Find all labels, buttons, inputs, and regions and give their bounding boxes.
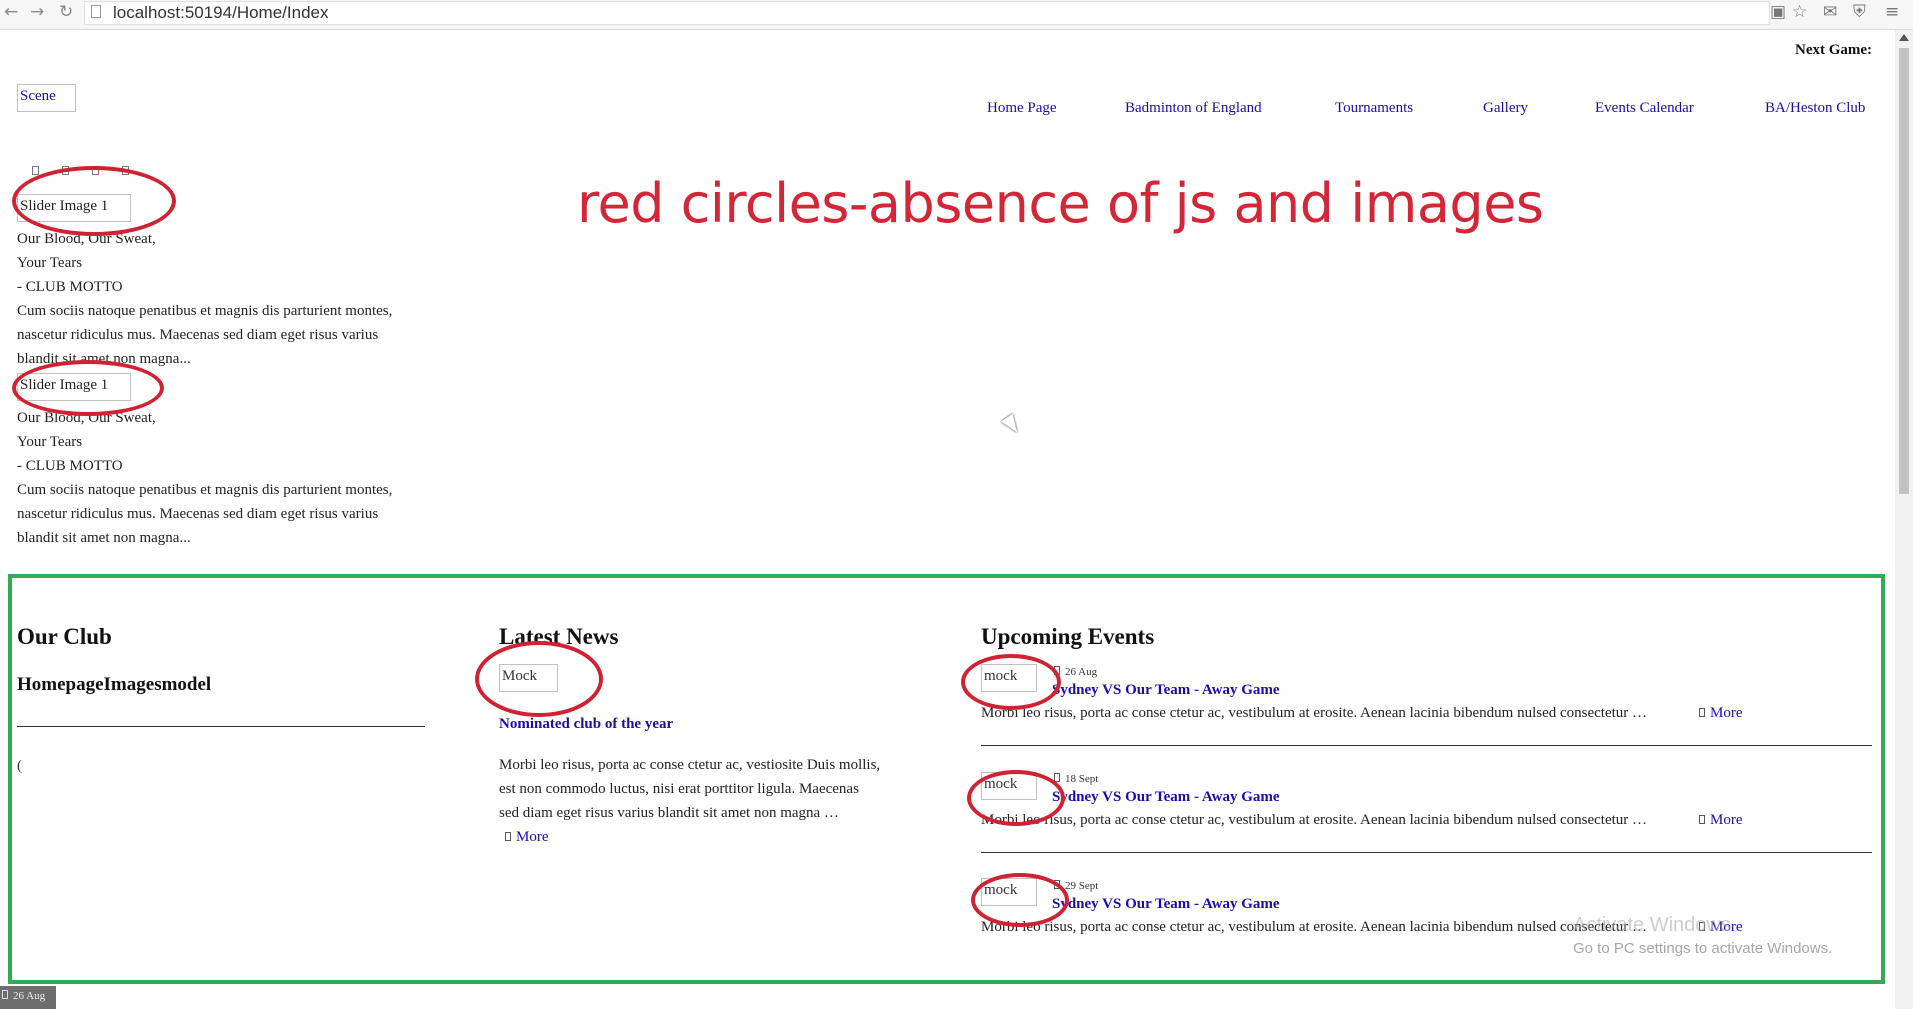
annotation-circle	[12, 166, 176, 236]
scrollbar-thumb[interactable]	[1899, 48, 1909, 494]
slide-motto-line: Your Tears	[17, 255, 83, 271]
nav-ba-heston-club[interactable]: BA/Heston Club	[1765, 100, 1865, 117]
slide-motto-attribution: - CLUB MOTTO	[17, 458, 123, 474]
chevron-icon	[1699, 815, 1705, 824]
event-description: Morbi leo risus, porta ac conse ctetur a…	[981, 919, 1648, 935]
calendar-icon	[2, 990, 8, 999]
slider-dot[interactable]	[32, 166, 39, 175]
slide-body-text: Cum sociis natoque penatibus et magnis d…	[17, 482, 393, 498]
event-description: Morbi leo risus, porta ac conse ctetur a…	[981, 705, 1648, 721]
back-icon[interactable]: ←	[4, 2, 18, 22]
news-body-text: Morbi leo risus, porta ac conse ctetur a…	[499, 757, 881, 773]
news-headline-link[interactable]: Nominated club of the year	[499, 716, 673, 733]
page-icon	[91, 5, 101, 18]
windows-activation-title: Activate Windows	[1573, 914, 1731, 936]
mail-icon[interactable]: ✉	[1823, 2, 1837, 22]
chevron-icon	[1699, 708, 1705, 717]
browser-toolbar: ← → ↻ localhost:50194/Home/Index ▣ ☆ ✉ ⛨…	[0, 0, 1913, 30]
extension-icon[interactable]: ▣	[1770, 2, 1786, 22]
event-more-link[interactable]: More	[1699, 705, 1743, 722]
slide-body-text: blandit sit amet non magna...	[17, 530, 191, 546]
nav-badminton-of-england[interactable]: Badminton of England	[1125, 100, 1262, 117]
event-date: 26 Aug	[1054, 666, 1097, 678]
chevron-icon	[505, 832, 511, 841]
scroll-up-arrow-icon[interactable]	[1899, 34, 1909, 41]
divider	[981, 852, 1872, 853]
annotation-circle	[961, 654, 1061, 710]
slide-body-text: Cum sociis natoque penatibus et magnis d…	[17, 303, 393, 319]
address-bar[interactable]: localhost:50194/Home/Index	[84, 1, 1770, 25]
annotation-text: red circles-absence of js and images	[577, 172, 1544, 235]
slide-motto-line: Your Tears	[17, 434, 83, 450]
slide-body-text: nascetur ridiculus mus. Maecenas sed dia…	[17, 506, 379, 522]
news-more-link[interactable]: More	[505, 829, 549, 846]
event-title-link[interactable]: Sydney VS Our Team - Away Game	[1052, 682, 1280, 699]
slide-motto-attribution: - CLUB MOTTO	[17, 279, 123, 295]
nav-events-calendar[interactable]: Events Calendar	[1595, 100, 1694, 117]
windows-activation-hint: Go to PC settings to activate Windows.	[1573, 940, 1833, 957]
divider	[981, 745, 1872, 746]
news-body-text: sed diam eget risus varius blandit sit a…	[499, 805, 839, 821]
bookmark-star-icon[interactable]: ☆	[1792, 2, 1807, 22]
annotation-circle	[475, 641, 603, 717]
menu-icon[interactable]: ≡	[1885, 2, 1899, 22]
event-description: Morbi leo risus, porta ac conse ctetur a…	[981, 812, 1648, 828]
event-title-link[interactable]: Sydney VS Our Team - Away Game	[1052, 789, 1280, 806]
news-body-text: est non commodo luctus, nisi erat portti…	[499, 781, 859, 797]
logo-image[interactable]: Scene	[17, 84, 76, 112]
event-title-link[interactable]: Sydney VS Our Team - Away Game	[1052, 896, 1280, 913]
mouse-cursor-icon	[1001, 413, 1023, 437]
nav-tournaments[interactable]: Tournaments	[1335, 100, 1413, 117]
next-game-label: Next Game:	[1795, 42, 1873, 58]
event-more-link[interactable]: More	[1699, 812, 1743, 829]
nav-home-page[interactable]: Home Page	[987, 100, 1057, 117]
divider	[17, 726, 425, 727]
forward-icon[interactable]: →	[30, 2, 44, 22]
reload-icon[interactable]: ↻	[59, 2, 73, 22]
event-date: 18 Sept	[1054, 773, 1098, 785]
upcoming-events-title: Upcoming Events	[981, 624, 1155, 649]
annotation-circle	[12, 360, 164, 416]
annotation-circle	[967, 770, 1065, 826]
nav-gallery[interactable]: Gallery	[1483, 100, 1528, 117]
annotation-circle	[971, 873, 1069, 927]
slide-body-text: nascetur ridiculus mus. Maecenas sed dia…	[17, 327, 379, 343]
date-strip: 26 Aug	[0, 986, 56, 1009]
page-scrollbar[interactable]	[1895, 30, 1913, 1009]
our-club-stray-text: (	[17, 758, 22, 774]
url-text: localhost:50194/Home/Index	[113, 3, 329, 22]
shield-icon[interactable]: ⛨	[1853, 2, 1866, 22]
our-club-subtitle: HomepageImagesmodel	[17, 674, 212, 695]
our-club-title: Our Club	[17, 624, 112, 649]
